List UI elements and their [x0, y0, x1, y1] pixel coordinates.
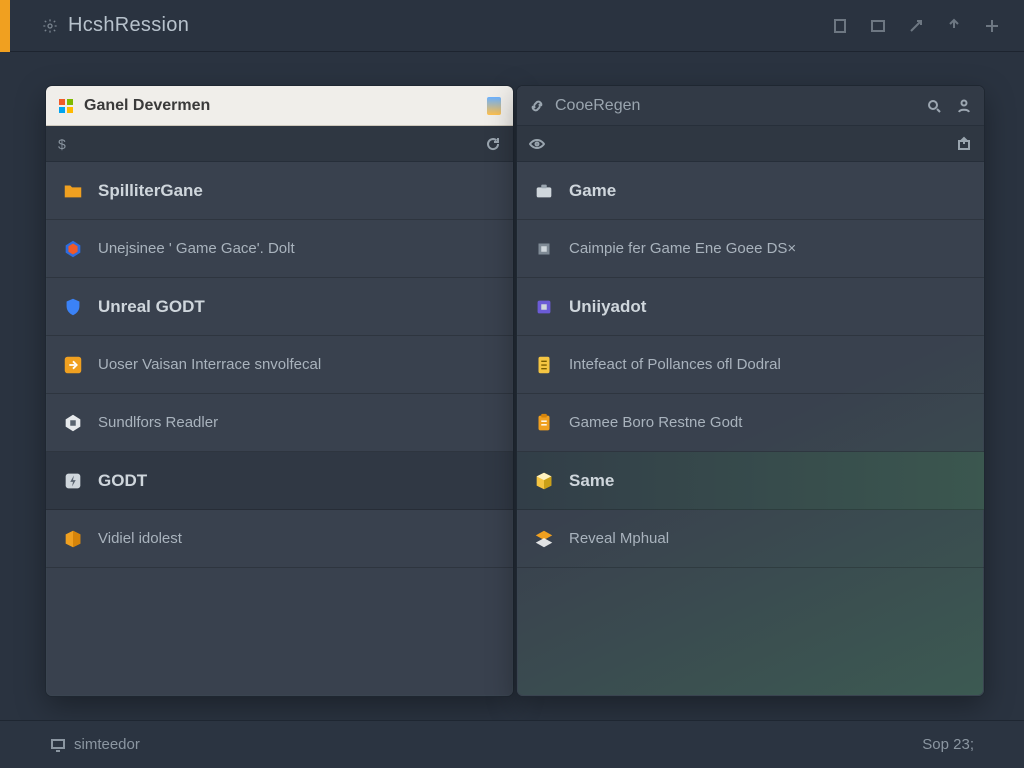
- left-panel-title-text: Ganel Devermen: [84, 97, 210, 115]
- list-item[interactable]: Uoser Vaisan Interrace snvolfecal: [46, 336, 513, 394]
- search-icon[interactable]: [926, 98, 942, 114]
- left-panel: Ganel Devermen $ SpilliterGane Unejsinee …: [46, 86, 513, 696]
- case-grey-icon: [533, 180, 555, 202]
- list-item-label: SpilliterGane: [98, 181, 203, 201]
- gear-icon: [42, 18, 58, 34]
- cube-orange-icon: [62, 528, 84, 550]
- shield-blue-icon: [62, 296, 84, 318]
- status-left-text: simteedor: [74, 736, 140, 753]
- list-item[interactable]: Gamee Boro Restne Godt: [517, 394, 984, 452]
- arrow-orange-icon: [62, 354, 84, 376]
- list-item[interactable]: Game: [517, 162, 984, 220]
- link-icon: [529, 98, 545, 114]
- person-icon[interactable]: [956, 98, 972, 114]
- list-item[interactable]: Vidiel idolest: [46, 510, 513, 568]
- workspace: Ganel Devermen $ SpilliterGane Unejsinee …: [46, 86, 984, 696]
- cube-yellow-icon: [533, 470, 555, 492]
- list-item-label: GODT: [98, 471, 147, 491]
- titlebar: HcshRession: [0, 0, 1024, 52]
- left-panel-title: Ganel Devermen: [46, 86, 513, 126]
- list-item[interactable]: Reveal Mphual: [517, 510, 984, 568]
- tool-icon-1[interactable]: [832, 18, 848, 34]
- right-panel: CooeRegen Game Caimpie fer Game Ene Goee …: [517, 86, 984, 696]
- tool-icon-4[interactable]: [946, 18, 962, 34]
- list-item-label: Vidiel idolest: [98, 530, 182, 547]
- list-item-label: Sundlfors Readler: [98, 414, 218, 431]
- left-list: SpilliterGane Unejsinee ' Game Gace'. Dol…: [46, 162, 513, 696]
- tool-icon-2[interactable]: [870, 18, 886, 34]
- list-item-label: Uniiyadot: [569, 297, 646, 317]
- left-filter-label: $: [58, 136, 66, 152]
- titlebar-actions: [832, 18, 1010, 34]
- hex-multi-icon: [62, 238, 84, 260]
- list-item[interactable]: Unreal GODT: [46, 278, 513, 336]
- right-list: Game Caimpie fer Game Ene Goee DS× Uniiyad…: [517, 162, 984, 696]
- list-item-label: Gamee Boro Restne Godt: [569, 414, 742, 431]
- refresh-icon[interactable]: [485, 136, 501, 152]
- list-item-label: Reveal Mphual: [569, 530, 669, 547]
- folder-orange-icon: [62, 180, 84, 202]
- left-panel-badge-icon: [487, 97, 501, 115]
- list-item-label: Uoser Vaisan Interrace snvolfecal: [98, 356, 321, 373]
- status-right-text: Sop 23;: [922, 736, 974, 753]
- list-item[interactable]: Caimpie fer Game Ene Goee DS×: [517, 220, 984, 278]
- list-item[interactable]: Same: [517, 452, 984, 510]
- bolt-grey-icon: [62, 470, 84, 492]
- list-item-label: Intefeact of Pollances ofl Dodral: [569, 356, 781, 373]
- list-item-label: Caimpie fer Game Ene Goee DS×: [569, 240, 796, 257]
- tool-icon-3[interactable]: [908, 18, 924, 34]
- hex-white-icon: [62, 412, 84, 434]
- export-icon[interactable]: [956, 136, 972, 152]
- list-item[interactable]: SpilliterGane: [46, 162, 513, 220]
- list-item-label: Game: [569, 181, 616, 201]
- doc-yellow-icon: [533, 354, 555, 376]
- left-filterbar: $: [46, 126, 513, 162]
- eye-icon[interactable]: [529, 136, 545, 152]
- right-panel-title: CooeRegen: [517, 86, 984, 126]
- tool-icon-5[interactable]: [984, 18, 1000, 34]
- list-item-label: Same: [569, 471, 614, 491]
- list-item[interactable]: Unejsinee ' Game Gace'. Dolt: [46, 220, 513, 278]
- list-item[interactable]: Intefeact of Pollances ofl Dodral: [517, 336, 984, 394]
- clip-orange-icon: [533, 412, 555, 434]
- accent-strip: [0, 0, 10, 52]
- list-item-label: Unreal GODT: [98, 297, 205, 317]
- app-logo-icon: [58, 98, 74, 114]
- list-item[interactable]: Sundlfors Readler: [46, 394, 513, 452]
- right-panel-title-text: CooeRegen: [555, 97, 640, 115]
- list-item-label: Unejsinee ' Game Gace'. Dolt: [98, 240, 295, 257]
- list-item[interactable]: GODT: [46, 452, 513, 510]
- chip-grey-icon: [533, 238, 555, 260]
- window-title: HcshRession: [68, 14, 189, 37]
- statusbar: simteedor Sop 23;: [0, 720, 1024, 768]
- layers-orange-icon: [533, 528, 555, 550]
- monitor-icon: [50, 737, 66, 753]
- square-purple-icon: [533, 296, 555, 318]
- right-filterbar: [517, 126, 984, 162]
- list-item[interactable]: Uniiyadot: [517, 278, 984, 336]
